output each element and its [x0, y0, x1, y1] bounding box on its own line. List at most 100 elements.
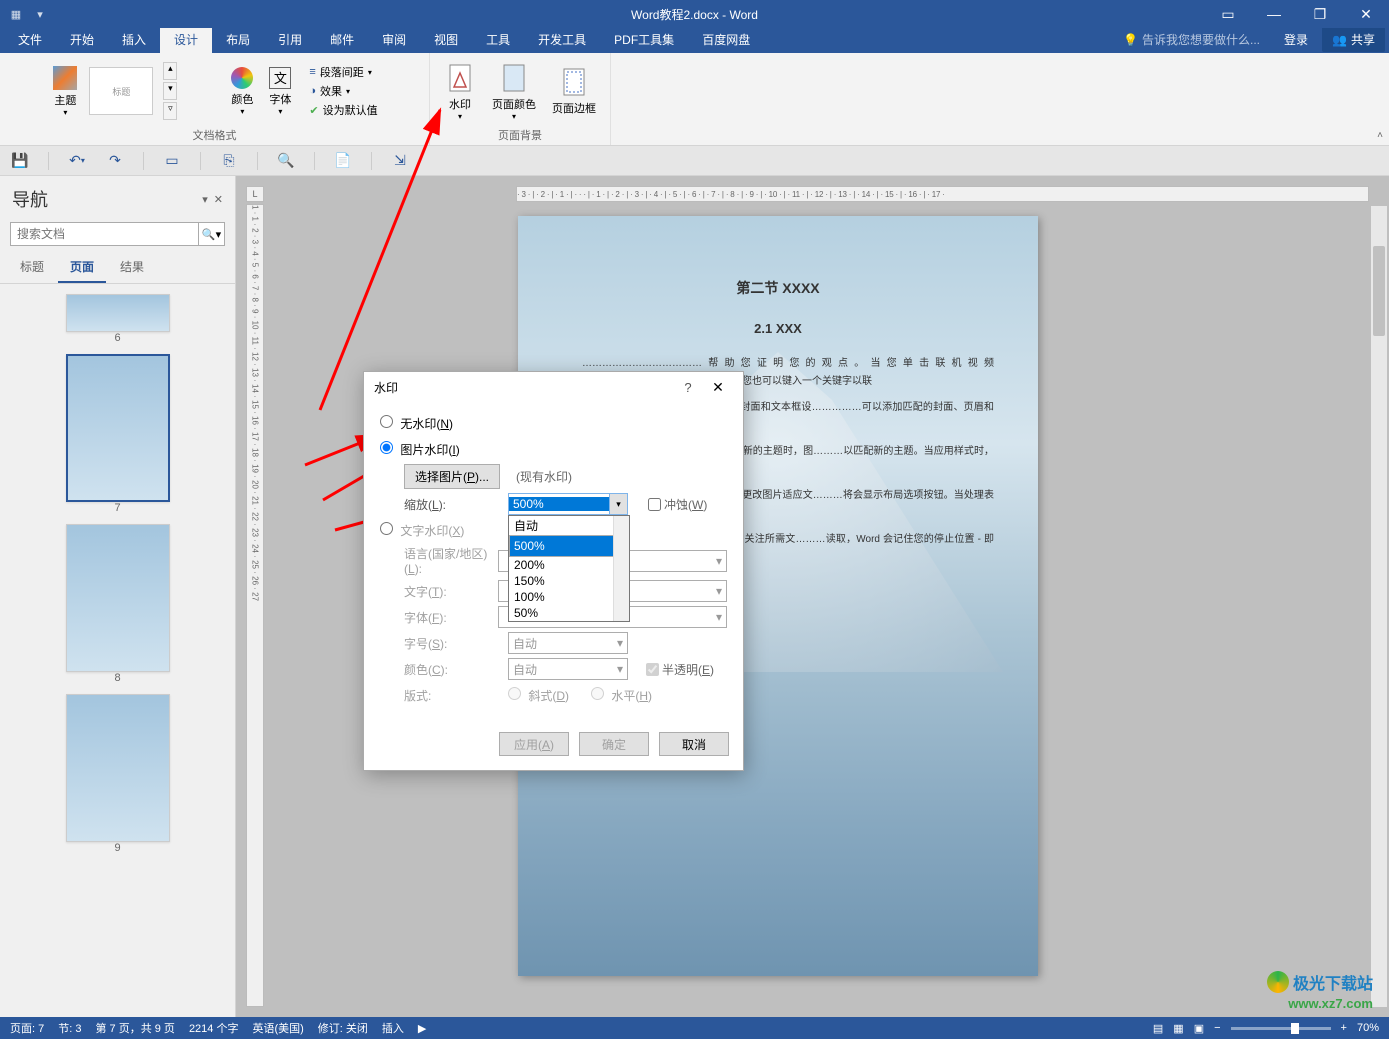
- fonts-button[interactable]: 文 字体 ▾: [263, 65, 297, 118]
- tell-me-search[interactable]: 💡 告诉我您想要做什么...: [1113, 26, 1270, 53]
- tab-mailings[interactable]: 邮件: [316, 26, 368, 53]
- scale-combobox[interactable]: 500% ▾ 自动 500% 200% 150% 100% 50%: [508, 493, 628, 515]
- nav-tab-results[interactable]: 结果: [108, 252, 156, 283]
- page-thumb-8[interactable]: [66, 524, 170, 672]
- tab-dev[interactable]: 开发工具: [524, 26, 600, 53]
- qat-icon-2[interactable]: ⎘: [219, 151, 239, 171]
- styleset-more-icon[interactable]: ▿: [163, 102, 177, 120]
- scale-option-500[interactable]: 500%: [509, 535, 629, 557]
- status-word-count[interactable]: 2214 个字: [189, 1020, 239, 1036]
- ribbon-display-icon[interactable]: ▭: [1205, 0, 1251, 28]
- scale-option-150[interactable]: 150%: [509, 573, 629, 589]
- dialog-help-icon[interactable]: ?: [673, 380, 703, 395]
- collapse-ribbon-icon[interactable]: ˄: [1377, 130, 1383, 141]
- chevron-down-icon[interactable]: ▾: [609, 494, 627, 514]
- tab-tools[interactable]: 工具: [472, 26, 524, 53]
- status-insert-mode[interactable]: 插入: [382, 1020, 404, 1036]
- page-thumb-6[interactable]: [66, 294, 170, 332]
- qat-icon-4[interactable]: 📄: [333, 151, 353, 171]
- scale-option-200[interactable]: 200%: [509, 557, 629, 573]
- tab-layout[interactable]: 布局: [212, 26, 264, 53]
- tab-review[interactable]: 审阅: [368, 26, 420, 53]
- search-icon[interactable]: 🔍▾: [198, 223, 224, 245]
- page-thumb-7[interactable]: [66, 354, 170, 502]
- radio-text-watermark[interactable]: 文字水印(X): [380, 522, 464, 539]
- ok-button[interactable]: 确定: [579, 732, 649, 756]
- view-web-icon[interactable]: ▣: [1194, 1022, 1204, 1035]
- zoom-level[interactable]: 70%: [1357, 1022, 1379, 1034]
- status-page[interactable]: 页面: 7: [10, 1020, 44, 1036]
- nav-search-input[interactable]: [11, 223, 198, 245]
- washout-checkbox[interactable]: 冲蚀(W): [648, 496, 707, 513]
- page-color-button[interactable]: 页面颜色 ▾: [486, 60, 542, 123]
- qat-icon-1[interactable]: ▭: [162, 151, 182, 171]
- colors-button[interactable]: 颜色 ▾: [225, 65, 259, 118]
- page-border-button[interactable]: 页面边框: [546, 64, 602, 118]
- tab-home[interactable]: 开始: [56, 26, 108, 53]
- dialog-titlebar[interactable]: 水印 ? ✕: [364, 372, 743, 402]
- tab-references[interactable]: 引用: [264, 26, 316, 53]
- size-label: 字号(S):: [404, 635, 502, 652]
- zoom-in-icon[interactable]: +: [1341, 1022, 1347, 1034]
- tab-view[interactable]: 视图: [420, 26, 472, 53]
- qat-icon-5[interactable]: ⇲: [390, 151, 410, 171]
- status-section[interactable]: 节: 3: [58, 1020, 81, 1036]
- status-page-of[interactable]: 第 7 页，共 9 页: [95, 1020, 174, 1036]
- scale-option-100[interactable]: 100%: [509, 589, 629, 605]
- styleset-up-icon[interactable]: ▴: [163, 62, 177, 80]
- separator: [257, 152, 258, 170]
- scrollbar-thumb[interactable]: [1373, 246, 1385, 336]
- nav-search-box[interactable]: 🔍▾: [10, 222, 225, 246]
- styleset-down-icon[interactable]: ▾: [163, 82, 177, 100]
- chevron-down-icon: ▾: [240, 107, 244, 116]
- restore-icon[interactable]: ❐: [1297, 0, 1343, 28]
- qat-icon-3[interactable]: 🔍: [276, 151, 296, 171]
- vertical-scrollbar[interactable]: [1371, 206, 1387, 1007]
- zoom-out-icon[interactable]: −: [1214, 1022, 1220, 1034]
- zoom-slider[interactable]: [1231, 1027, 1331, 1030]
- radio-no-watermark[interactable]: 无水印(N): [380, 415, 453, 432]
- login-button[interactable]: 登录: [1274, 26, 1318, 53]
- status-macro-icon[interactable]: ▶: [418, 1022, 426, 1035]
- view-read-icon[interactable]: ▤: [1153, 1022, 1163, 1035]
- view-print-icon[interactable]: ▦: [1173, 1022, 1183, 1035]
- tab-stop-selector[interactable]: L: [246, 186, 264, 202]
- scale-option-auto[interactable]: 自动: [509, 516, 629, 535]
- nav-dropdown-icon[interactable]: ▾: [202, 193, 208, 206]
- save-icon[interactable]: 💾: [10, 151, 30, 171]
- horizontal-ruler[interactable]: · 3 · | · 2 · | · 1 · | · · · | · 1 · | …: [516, 186, 1369, 202]
- dropdown-scrollbar[interactable]: [613, 516, 629, 621]
- tab-netdisk[interactable]: 百度网盘: [688, 26, 764, 53]
- status-language[interactable]: 英语(美国): [252, 1020, 303, 1036]
- zoom-slider-knob[interactable]: [1291, 1023, 1299, 1034]
- status-track-changes[interactable]: 修订: 关闭: [318, 1020, 368, 1036]
- undo-icon[interactable]: ↶ ▾: [67, 151, 87, 171]
- effects-button[interactable]: ◑效果 ▾: [305, 82, 381, 100]
- nav-tab-pages[interactable]: 页面: [58, 252, 106, 283]
- paragraph-spacing-button[interactable]: ≡段落间距 ▾: [305, 63, 381, 81]
- nav-close-icon[interactable]: ✕: [214, 193, 223, 206]
- minimize-icon[interactable]: —: [1251, 0, 1297, 28]
- tell-me-placeholder: 告诉我您想要做什么...: [1142, 31, 1260, 48]
- nav-tab-headings[interactable]: 标题: [8, 252, 56, 283]
- close-icon[interactable]: ✕: [1343, 0, 1389, 28]
- tab-design[interactable]: 设计: [160, 26, 212, 53]
- dialog-close-icon[interactable]: ✕: [703, 379, 733, 396]
- apply-button[interactable]: 应用(A): [499, 732, 569, 756]
- share-button[interactable]: 👥 共享: [1322, 27, 1385, 52]
- themes-button[interactable]: 主题 ▾: [47, 64, 83, 119]
- cancel-button[interactable]: 取消: [659, 732, 729, 756]
- vertical-ruler[interactable]: 1 · 1 · 2 · 3 · 4 · 5 · 6 · 7 · 8 · 9 · …: [246, 204, 264, 1007]
- tab-insert[interactable]: 插入: [108, 26, 160, 53]
- redo-icon[interactable]: ↷: [105, 151, 125, 171]
- tab-pdf[interactable]: PDF工具集: [600, 26, 688, 53]
- style-set-thumb[interactable]: 标题: [89, 67, 153, 115]
- select-picture-button[interactable]: 选择图片(P)...: [404, 464, 500, 489]
- tab-file[interactable]: 文件: [4, 26, 56, 53]
- scale-option-50[interactable]: 50%: [509, 605, 629, 621]
- down-caret-icon[interactable]: ▾: [32, 6, 48, 22]
- page-thumb-9[interactable]: [66, 694, 170, 842]
- radio-picture-watermark[interactable]: 图片水印(I): [380, 441, 460, 458]
- set-default-button[interactable]: ✔设为默认值: [305, 101, 381, 119]
- watermark-button[interactable]: 水印 ▾: [438, 60, 482, 123]
